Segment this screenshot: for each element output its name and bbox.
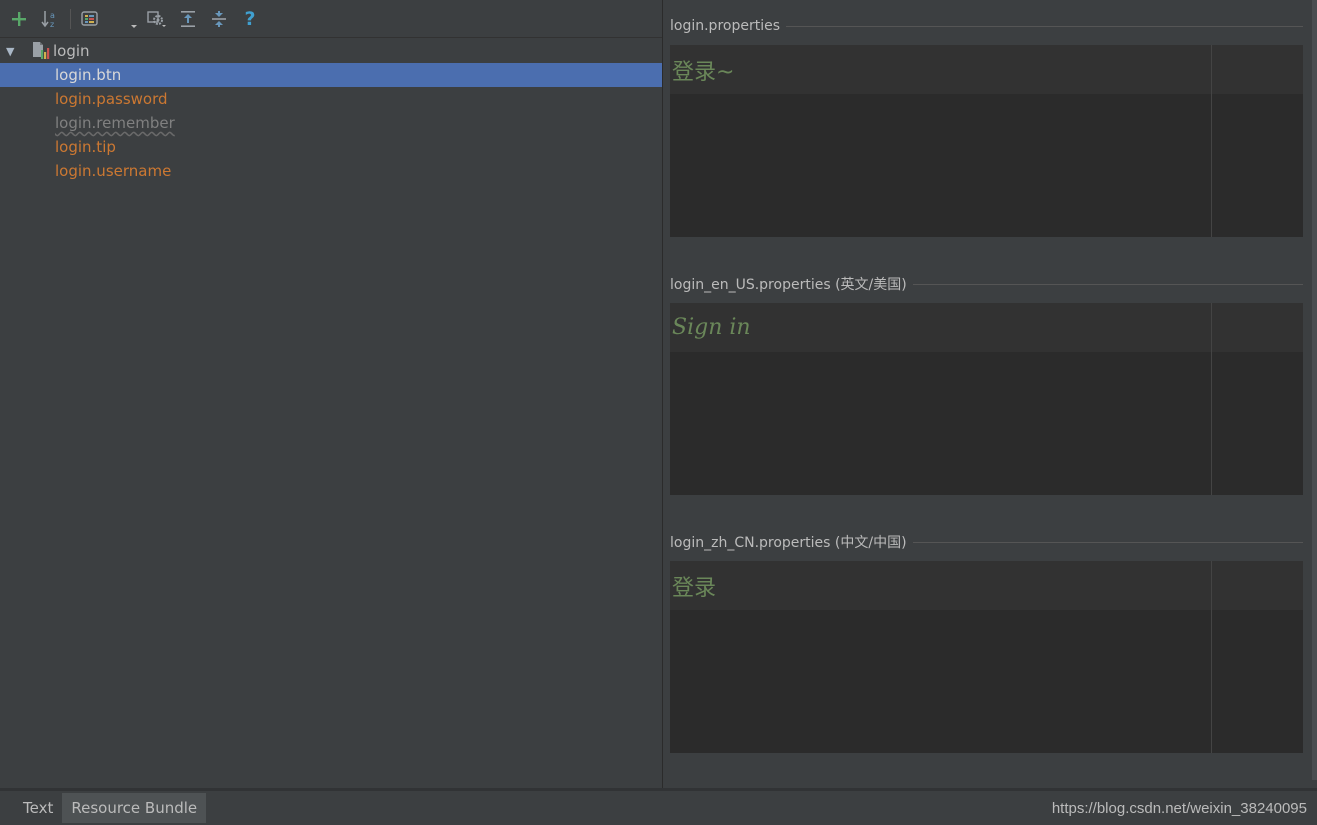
value-editor[interactable]: 登录~ [670, 45, 1303, 237]
tree-root-login[interactable]: ▼ login [0, 39, 662, 63]
svg-text:a: a [50, 11, 55, 20]
expand-arrow-icon[interactable]: ▼ [6, 45, 20, 58]
dropdown-small-icon [131, 24, 137, 28]
tree-item-login-btn[interactable]: login.btn [0, 63, 662, 87]
resource-bundle-icon [33, 42, 50, 59]
locale-section-default: login.properties 登录~ [670, 16, 1303, 237]
header-divider [912, 283, 1303, 285]
locale-file-name: login_zh_CN.properties (中文/中国) [670, 535, 907, 551]
header-divider [786, 25, 1303, 27]
locale-file-name: login_en_US.properties (英文/美国) [670, 277, 907, 293]
locale-file-name: login.properties [670, 18, 780, 34]
tree-root-label: login [53, 42, 90, 60]
tree-item-label: login.username [55, 162, 172, 180]
tab-label: Resource Bundle [71, 799, 198, 817]
tab-label: Text [23, 799, 54, 817]
tree-item-label: login.remember [55, 114, 175, 132]
vertical-scrollbar[interactable] [1312, 0, 1317, 780]
collapse-all-icon [212, 10, 226, 27]
settings-button[interactable] [146, 8, 168, 30]
resource-bundle-editor: a z ? ▼ login login.btn login.password l… [0, 0, 1317, 825]
expand-all-icon [181, 10, 195, 27]
right-margin-guide [1211, 45, 1212, 237]
plus-icon [12, 11, 26, 26]
value-text: Sign in [670, 303, 1303, 352]
locale-header: login_zh_CN.properties (中文/中国) [670, 532, 1303, 552]
right-margin-guide [1211, 303, 1212, 495]
tree-item-label: login.btn [55, 66, 122, 84]
group-by-prefix-button[interactable] [79, 8, 101, 30]
watermark-url: https://blog.csdn.net/weixin_38240095 [1051, 799, 1307, 817]
locale-header: login_en_US.properties (英文/美国) [670, 274, 1303, 294]
add-property-button[interactable] [8, 8, 30, 30]
editor-bottom-bar: Text Resource Bundle https://blog.csdn.n… [0, 788, 1317, 825]
right-margin-guide [1211, 561, 1212, 753]
value-text: 登录 [670, 561, 1303, 610]
property-keys-pane: a z ? ▼ login login.btn login.password l… [0, 0, 663, 788]
gear-icon [147, 10, 166, 27]
value-text: 登录~ [670, 45, 1303, 94]
header-divider [912, 541, 1303, 543]
tree-item-label: login.tip [55, 138, 116, 156]
tree-item-label: login.password [55, 90, 168, 108]
tree-item-login-username[interactable]: login.username [0, 159, 662, 183]
locale-section-zh-cn: login_zh_CN.properties (中文/中国) 登录 [670, 532, 1303, 753]
expand-all-button[interactable] [177, 8, 199, 30]
locale-header: login.properties [670, 16, 1303, 36]
tree-item-login-remember[interactable]: login.remember [0, 111, 662, 135]
sort-alphabetically-button[interactable]: a z [39, 8, 61, 30]
tab-resource-bundle[interactable]: Resource Bundle [62, 793, 207, 823]
group-icon [81, 10, 98, 26]
sort-az-icon: a z [41, 10, 55, 29]
tree-item-login-password[interactable]: login.password [0, 87, 662, 111]
toolbar: a z ? [0, 0, 662, 38]
svg-text:z: z [50, 20, 54, 29]
locale-section-en-us: login_en_US.properties (英文/美国) Sign in [670, 274, 1303, 495]
help-button[interactable]: ? [239, 8, 261, 30]
value-editor[interactable]: 登录 [670, 561, 1303, 753]
help-icon: ? [244, 7, 256, 30]
toolbar-separator [70, 8, 71, 29]
property-tree: ▼ login login.btn login.password login.r… [0, 38, 662, 183]
locale-values-pane: login.properties 登录~ login_en_US.propert… [664, 0, 1317, 788]
value-editor[interactable]: Sign in [670, 303, 1303, 495]
tree-item-login-tip[interactable]: login.tip [0, 135, 662, 159]
tab-text[interactable]: Text [14, 793, 62, 823]
collapse-all-button[interactable] [208, 8, 230, 30]
dropdown-arrow-button[interactable] [130, 8, 138, 30]
